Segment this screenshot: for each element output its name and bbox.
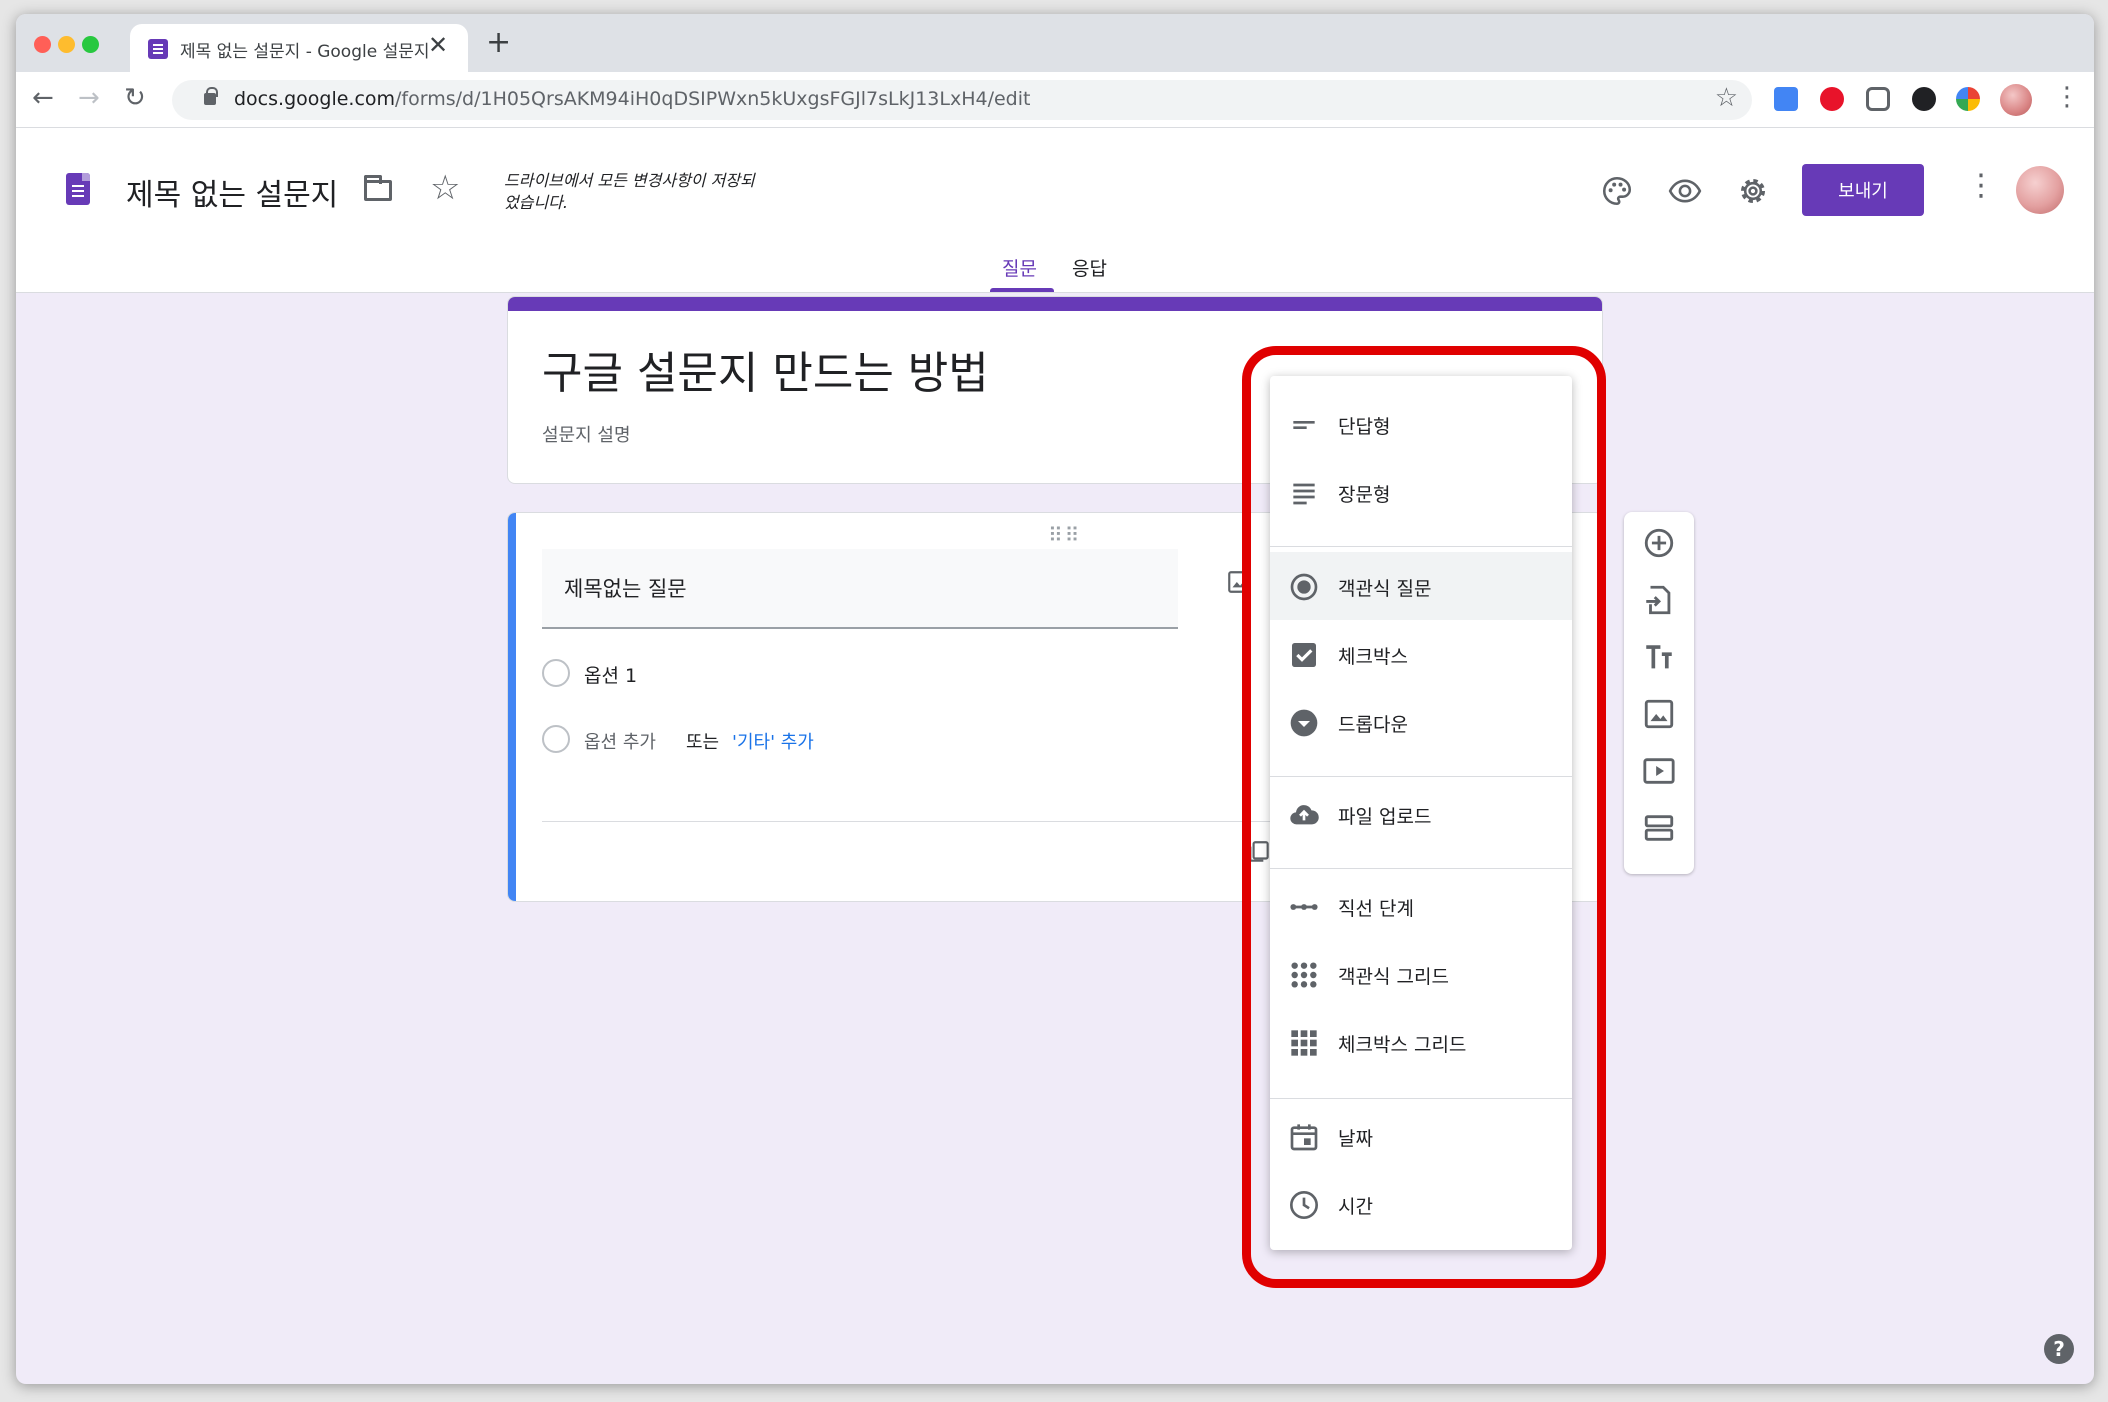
browser-window: 제목 없는 설문지 - Google 설문지 ✕ + ← → ↻ docs.go… [16,14,2094,1384]
question-title: 제목없는 질문 [564,577,687,601]
menu-item-date[interactable]: 날짜 [1270,1102,1572,1170]
forms-header: 제목 없는 설문지 ☆ 드라이브에서 모든 변경사항이 저장되었습니다. 보내기… [16,128,2094,293]
browser-toolbar: ← → ↻ docs.google.com/forms/d/1H05QrsAKM… [16,72,2094,128]
menu-item-dropdown[interactable]: 드롭다운 [1270,688,1572,756]
preview-eye-icon[interactable] [1668,174,1702,208]
reload-icon[interactable]: ↻ [124,83,146,113]
short-answer-icon [1293,421,1315,429]
tab-responses[interactable]: 응답 [1072,254,1107,281]
option-1-label[interactable]: 옵션 1 [584,661,637,688]
browser-menu-icon[interactable]: ⋮ [2054,82,2080,112]
tab-close-icon[interactable]: ✕ [428,31,448,59]
pocket-extension-icon[interactable] [1866,87,1890,111]
linear-scale-icon [1290,904,1318,910]
user-avatar[interactable] [2016,166,2064,214]
forms-favicon-icon [148,39,168,59]
active-tab-indicator [990,288,1054,292]
menu-item-linear-scale[interactable]: 직선 단계 [1270,872,1572,940]
back-arrow-icon[interactable]: ← [32,83,54,113]
settings-gear-icon[interactable] [1736,174,1770,208]
menu-item-choice-grid[interactable]: 객관식 그리드 [1270,940,1572,1008]
question-title-input[interactable]: 제목없는 질문 [542,549,1178,629]
bookmark-star-icon[interactable]: ☆ [1715,83,1738,113]
menu-item-multiple-choice[interactable]: 객관식 질문 [1270,552,1572,620]
side-toolbar [1624,512,1694,874]
menu-item-file-upload[interactable]: 파일 업로드 [1270,780,1572,848]
checkbox-icon [1292,643,1316,667]
star-icon[interactable]: ☆ [430,168,460,208]
duplicate-icon[interactable] [1246,839,1272,865]
translate-extension-icon[interactable] [1774,87,1798,111]
add-image-icon[interactable] [1226,569,1252,595]
url-text: docs.google.com/forms/d/1H05QrsAKM94iH0q… [234,88,1031,110]
send-button[interactable]: 보내기 [1802,164,1924,216]
add-section-icon[interactable] [1642,811,1676,845]
paragraph-icon [1293,483,1315,505]
import-questions-icon[interactable] [1642,583,1676,617]
browser-profile-avatar[interactable] [2000,84,2032,116]
tab-questions[interactable]: 질문 [1002,254,1037,281]
more-vert-icon[interactable]: ⋮ [1966,168,1996,203]
form-description[interactable]: 설문지 설명 [542,421,631,447]
add-other-link[interactable]: '기타' 추가 [732,728,814,754]
add-question-icon[interactable] [1642,526,1676,560]
drag-handle-icon[interactable]: ⠿⠿ [1048,523,1081,547]
menu-item-checkbox[interactable]: 체크박스 [1270,620,1572,688]
menu-item-checkbox-grid[interactable]: 체크박스 그리드 [1270,1008,1572,1076]
browser-tab[interactable]: 제목 없는 설문지 - Google 설문지 ✕ [130,24,468,72]
calendar-icon [1290,1124,1318,1151]
cloud-upload-icon [1290,805,1319,825]
address-bar[interactable]: docs.google.com/forms/d/1H05QrsAKM94iH0q… [172,80,1752,120]
add-title-text-icon[interactable] [1642,640,1676,674]
menu-item-short-answer[interactable]: 단답형 [1270,390,1572,458]
new-tab-button[interactable]: + [486,28,511,58]
form-accent-bar [508,297,1602,311]
maximize-window-button[interactable] [82,36,99,53]
question-type-menu: 단답형 장문형 객관식 질문 체크박스 드롭다운 파일 업로드 직선 단계 객관… [1270,376,1572,1250]
close-window-button[interactable] [34,36,51,53]
add-video-icon[interactable] [1642,754,1676,788]
menu-item-paragraph[interactable]: 장문형 [1270,458,1572,526]
radio-icon [1290,573,1318,601]
divider [542,821,1282,822]
doc-title[interactable]: 제목 없는 설문지 [126,170,338,214]
palette-icon[interactable] [1600,174,1634,208]
dot-grid-icon [1291,962,1317,988]
add-image-icon[interactable] [1642,697,1676,731]
dropdown-icon [1290,709,1318,737]
tab-title: 제목 없는 설문지 - Google 설문지 [180,42,430,62]
chrome-extension-icon[interactable] [1956,87,1980,111]
lock-icon [204,87,218,105]
browser-titlebar: 제목 없는 설문지 - Google 설문지 ✕ + [16,14,2094,72]
forward-arrow-icon[interactable]: → [78,83,100,113]
square-grid-icon [1291,1030,1317,1056]
active-question-bar [508,513,516,901]
form-title[interactable]: 구글 설문지 만드는 방법 [542,337,989,401]
help-icon[interactable]: ? [2044,1334,2074,1364]
folder-icon[interactable] [364,175,392,201]
forms-logo-icon[interactable] [66,173,90,205]
download-extension-icon[interactable] [1912,87,1936,111]
or-text: 또는 [686,732,720,753]
radio-icon [542,659,570,687]
menu-item-time[interactable]: 시간 [1270,1170,1572,1238]
adblock-extension-icon[interactable] [1820,87,1844,111]
minimize-window-button[interactable] [58,36,75,53]
add-option-link[interactable]: 옵션 추가 [584,728,656,754]
save-status: 드라이브에서 모든 변경사항이 저장되었습니다. [504,171,755,212]
clock-icon [1290,1191,1318,1219]
radio-icon [542,725,570,753]
